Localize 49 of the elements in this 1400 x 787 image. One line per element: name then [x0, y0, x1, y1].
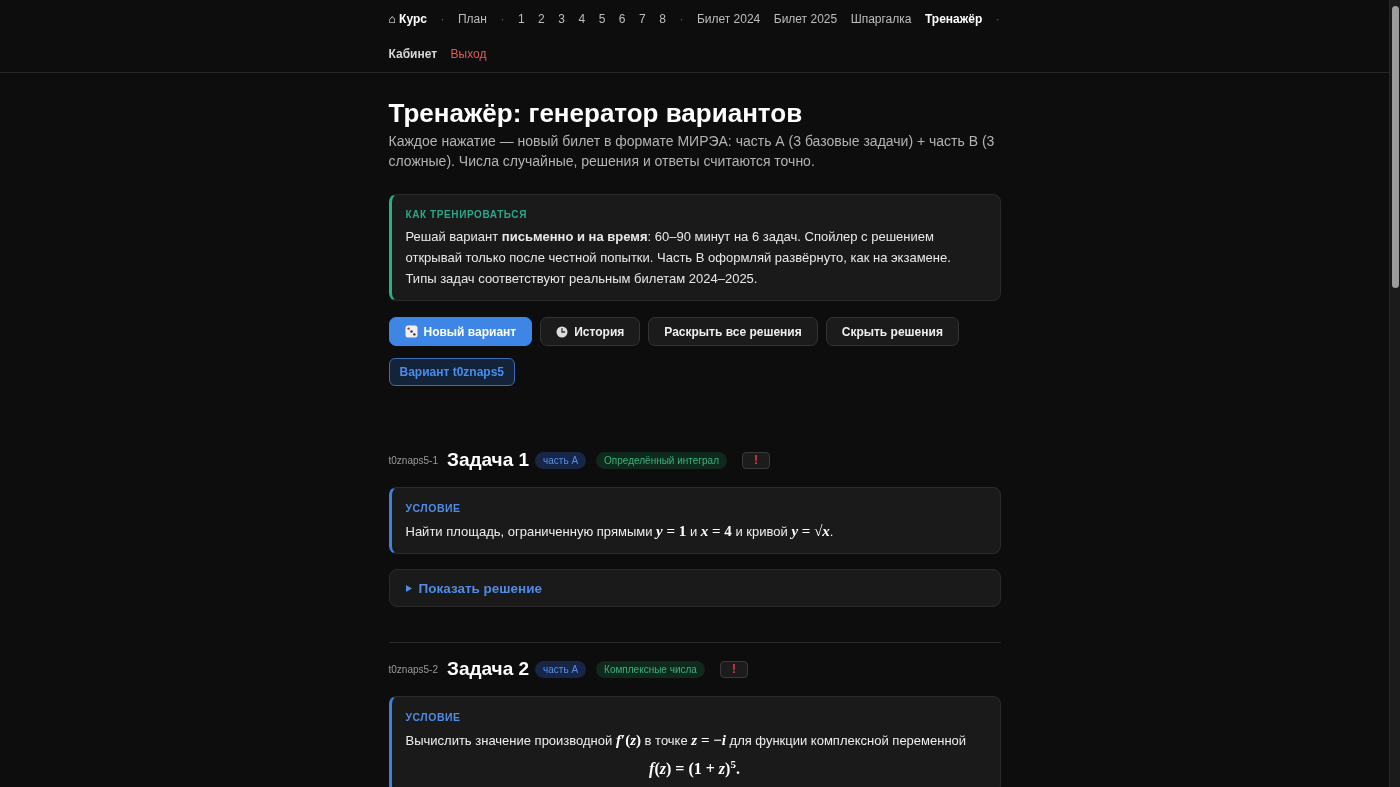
- page-title: Тренажёр: генератор вариантов: [388, 97, 804, 129]
- task-title: Задача 1: [447, 449, 530, 471]
- dice-icon: [404, 325, 418, 338]
- nav-separator: ·: [500, 11, 505, 28]
- topic-tag: Комплексные числа: [596, 660, 705, 678]
- formula: f(z) = (1 + z)$^{5}$.: [649, 757, 740, 780]
- task-code: t0znaps5-1: [388, 454, 438, 466]
- action-button[interactable]: Раскрыть все решения: [648, 317, 818, 346]
- nav-separator: ·: [995, 11, 1000, 28]
- task-code: t0znaps5-2: [388, 663, 438, 675]
- nav-link[interactable]: 4: [578, 2, 586, 37]
- history-button[interactable]: История: [540, 317, 641, 346]
- nav-link[interactable]: 5: [598, 2, 606, 37]
- nav-link[interactable]: План: [457, 2, 487, 37]
- home-link[interactable]: ⌂ Курс: [388, 2, 427, 37]
- scrollbar[interactable]: [1389, 0, 1400, 787]
- condition-heading: УСЛОВИЕ: [405, 710, 462, 725]
- clock-icon: [556, 325, 569, 338]
- tip-text: Решай вариант письменно и на время: 60–90 минут на 6 задач. Спойлер с решением открывай только после честной попытки. Часть В оформляй развёрнуто, как на экзамене. Типы задач соответствуют реальным билетам 2024–2025.: [405, 228, 952, 288]
- new-variant-button[interactable]: Новый вариант: [388, 317, 533, 346]
- nav-link[interactable]: 7: [639, 2, 646, 37]
- tip-heading: КАК ТРЕНИРОВАТЬСЯ: [405, 208, 528, 222]
- task-title: Задача 2: [447, 658, 530, 680]
- nav-link[interactable]: 1: [517, 2, 525, 37]
- nav-link[interactable]: Билет 2024: [696, 2, 761, 37]
- scrollbar-thumb[interactable]: [1391, 6, 1399, 288]
- part-tag: часть А: [535, 451, 587, 469]
- part-tag: часть А: [535, 660, 587, 678]
- nav-link[interactable]: 3: [558, 2, 565, 37]
- nav-link[interactable]: 6: [618, 2, 626, 37]
- logout-link[interactable]: Выход: [450, 37, 487, 72]
- condition-text: Найти площадь, ограниченную прямыми y = 1 и x = 4 и кривой y = √x.: [405, 522, 835, 541]
- topic-tag: Определённый интеграл: [596, 451, 727, 469]
- nav-link[interactable]: Билет 2025: [773, 2, 838, 37]
- nav-separator: ·: [679, 11, 684, 28]
- condition-heading: УСЛОВИЕ: [405, 501, 462, 516]
- action-button[interactable]: Скрыть решения: [825, 317, 959, 346]
- intro-text: Каждое нажатие — новый билет в формате МИРЭА: часть А (3 базовые задачи) + часть В (3 сложные). Числа случайные, решения и ответы считаются точно.: [388, 132, 996, 171]
- report-button[interactable]: !: [742, 451, 770, 469]
- nav-link[interactable]: Тренажёр: [925, 2, 983, 37]
- show-solution-button[interactable]: Показать решение: [388, 569, 1001, 607]
- nav-link[interactable]: Шпаргалка: [850, 2, 912, 37]
- nav-link[interactable]: 2: [538, 2, 545, 37]
- condition-text: Вычислить значение производной f′(z) в точке z = −i для функции комплексной переменной: [405, 731, 968, 750]
- report-button[interactable]: !: [719, 660, 748, 678]
- nav-link[interactable]: 8: [659, 2, 666, 37]
- account-link[interactable]: Кабинет: [388, 37, 438, 72]
- variant-label: Вариант t0znaps5: [388, 358, 516, 386]
- nav-separator: ·: [440, 11, 445, 28]
